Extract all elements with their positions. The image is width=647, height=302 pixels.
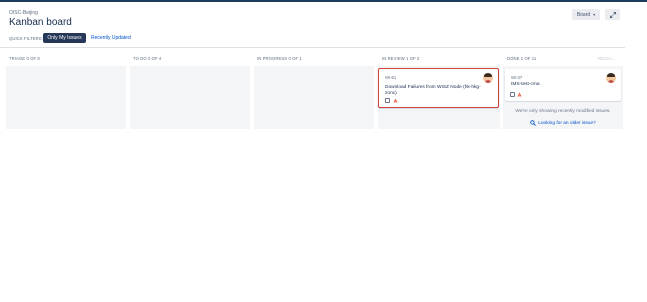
assignee-avatar [606, 73, 616, 83]
filter-only-my-issues[interactable]: Only My Issues [43, 33, 86, 43]
column-header-in-progress: IN PROGRESS 0 OF 1 [257, 56, 302, 61]
board-menu-button[interactable]: Board ▾ [572, 9, 600, 20]
expand-button[interactable] [605, 9, 620, 20]
issue-card-wi-61[interactable]: WI-61 Download Failures from WISZ Node (… [378, 68, 499, 108]
priority-icon [393, 98, 398, 103]
column-header-todo: TO DO 0 OF 4 [133, 56, 162, 61]
top-rule [0, 0, 647, 2]
column-triage[interactable] [6, 66, 126, 129]
filter-recently-updated[interactable]: Recently Updated [91, 35, 131, 41]
board-menu-label: Board [576, 11, 591, 18]
issue-key[interactable]: WI-37 [511, 75, 522, 80]
search-icon [530, 120, 537, 126]
column-header-release[interactable]: RELEA... [598, 56, 615, 61]
issue-type-icon [385, 98, 390, 103]
issue-summary: Download Failures from WISZ Node (hk-hkg… [385, 85, 481, 96]
issue-type-icon [510, 92, 515, 97]
column-in-progress[interactable] [254, 66, 374, 129]
issue-key[interactable]: WI-61 [385, 75, 396, 80]
page-title: Kanban board [9, 17, 72, 28]
older-issue-link[interactable]: Looking for an older issue? [505, 120, 621, 126]
column-header-triage: TRIAGE 0 OF 8 [9, 56, 40, 61]
quick-filters-label: QUICK FILTERS: [9, 36, 43, 41]
issue-card-wi-37[interactable]: WI-37 IMS-test-cma [505, 69, 621, 101]
column-header-in-review: IN REVIEW 1 OF 2 [382, 56, 420, 61]
older-issue-link-label: Looking for an older issue? [538, 120, 596, 126]
chevron-down-icon: ▾ [593, 12, 596, 17]
header-divider [0, 47, 625, 48]
issue-summary: IMS-test-cma [511, 82, 540, 87]
project-name[interactable]: OISC-Beijing [9, 10, 38, 16]
expand-icon [609, 11, 616, 18]
column-todo[interactable] [130, 66, 250, 129]
assignee-avatar [483, 73, 493, 83]
priority-icon [517, 92, 522, 97]
column-header-done: DONE 1 OF 11 [507, 56, 537, 61]
done-column-notice: We're only showing recently modified iss… [515, 109, 611, 114]
